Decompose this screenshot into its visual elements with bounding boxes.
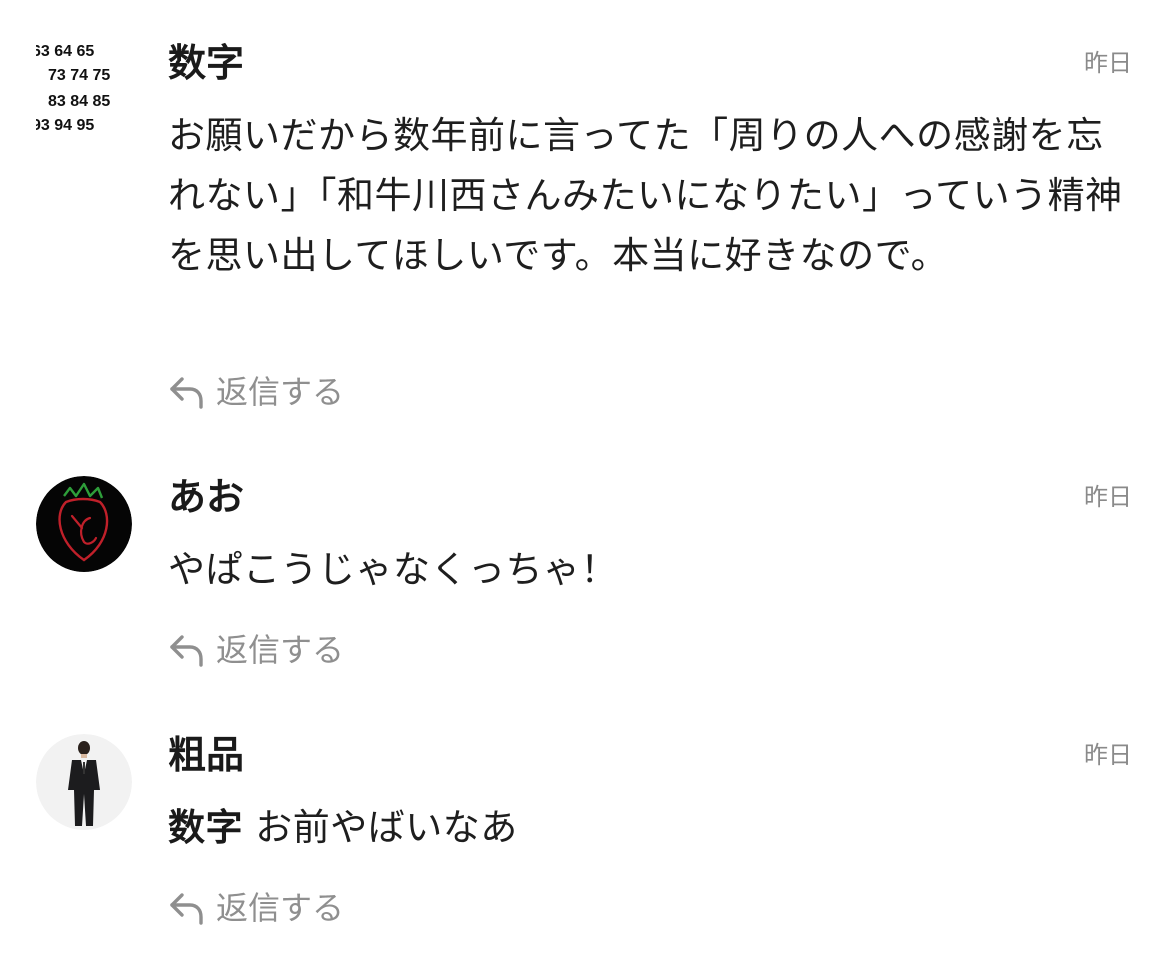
- strawberry-drawing-avatar-image: [36, 476, 132, 572]
- reply-button[interactable]: 返信する: [168, 372, 344, 412]
- comment-text: お願いだから数年前に言ってた「周りの人への感謝を忘れない」「和牛川西さんみたいに…: [168, 114, 1123, 277]
- avatar[interactable]: 63 64 65 73 74 75 83 84 85 93 94 95: [36, 38, 132, 134]
- reply-button[interactable]: 返信する: [168, 630, 344, 670]
- avatar-number-row: 83 84 85: [48, 93, 110, 110]
- avatar-number-row: 73 74 75: [48, 67, 110, 84]
- avatar-number-row: 63 64 65: [36, 43, 94, 60]
- comment-author[interactable]: 数字: [168, 40, 244, 86]
- comment-timestamp: 昨日: [1084, 741, 1132, 769]
- comment-timestamp: 昨日: [1084, 483, 1132, 511]
- reply-label: 返信する: [216, 631, 345, 669]
- mention-link[interactable]: 数字: [168, 806, 243, 849]
- reply-label: 返信する: [216, 373, 345, 411]
- comment-author[interactable]: 粗品: [168, 732, 244, 778]
- comment-text: 数字 お前やばいなあ: [168, 798, 1140, 858]
- comment-timestamp: 昨日: [1084, 49, 1132, 77]
- person-in-suit-avatar-image: [36, 734, 132, 830]
- reply-button[interactable]: 返信する: [168, 888, 344, 928]
- reply-label: 返信する: [216, 889, 345, 927]
- avatar[interactable]: [36, 734, 132, 830]
- avatar-number-row: 93 94 95: [36, 117, 94, 134]
- reply-arrow-icon: [170, 377, 203, 409]
- avatar[interactable]: [36, 476, 132, 572]
- reply-arrow-icon: [170, 635, 203, 667]
- number-grid-avatar-image: 63 64 65 73 74 75 83 84 85 93 94 95: [36, 38, 132, 134]
- comment-text: やぱこうじゃなくっちゃ！: [168, 548, 618, 591]
- reply-arrow-icon: [170, 893, 203, 925]
- comment-message: お前やばいなあ: [255, 806, 518, 849]
- comment-author[interactable]: あお: [168, 474, 244, 520]
